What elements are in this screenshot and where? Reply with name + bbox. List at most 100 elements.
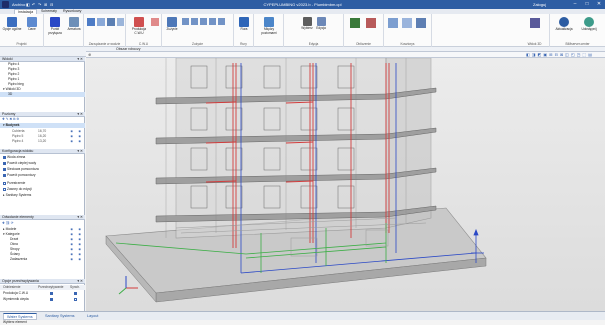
results-icon[interactable] [366,18,376,28]
hot-water-production-button[interactable]: Produkcja C.W.U [128,17,150,36]
share-button[interactable]: Udostępnij [577,17,601,32]
layer-toggle[interactable]: Woda zimna [0,155,85,160]
heater-icon[interactable] [151,18,159,26]
ribbon-group-label: Edycja [308,42,319,46]
boiler-icon [134,17,144,27]
checkbox[interactable] [3,167,6,171]
ribbon-group-water: Zarządzanie w wodzie [84,14,126,47]
checkbox[interactable] [74,292,77,295]
view-tools-icons[interactable]: ◧◨◩▣⊞⊟⊠◫◰◳⬚▤ [526,52,594,57]
layer-toggle[interactable]: Powrót pomocniczy [0,173,85,178]
checkbox[interactable] [50,292,53,295]
ribbon-group-label: Zarządzanie w wodzie [88,42,121,46]
left-panel: Widoki ▾ ✕ Piętro 4 Piętro 3 Piętro 2 Pi… [0,57,85,311]
window-title: CYPEPLUMBING v2023.b - Plumbimbm.cpl [263,2,342,7]
layer-toggle[interactable]: Przestrzenie [0,181,85,186]
fitting-icon [69,17,79,27]
view-config-header: Konfiguracja widoku ▾ ✕ [0,149,85,154]
building-3d-model[interactable] [86,58,605,311]
ribbon-group-connection: Punkt przyłącza Armatura [44,14,84,47]
water-tool-icon[interactable] [87,18,95,26]
sink-icon[interactable] [182,18,189,25]
ribbon-group-label: Projekt [16,42,27,46]
close-icon[interactable]: ✕ [594,1,604,8]
shower-icon[interactable] [191,18,198,25]
view-item-3d[interactable]: 3D [0,92,85,97]
eye-icon[interactable]: ◉ [70,257,73,262]
fittings-button[interactable]: Armatura [65,17,83,32]
panel-close-icon[interactable]: ▾ ✕ [77,149,83,154]
cost-icon[interactable] [388,18,398,28]
system-selector[interactable]: ▸ Sanitary Systems [0,193,85,198]
login-button[interactable]: Zaloguj [533,2,546,7]
left-toolbar-strip [0,47,86,57]
title-bar: Archivo ◧ ↶ ↷ ⊞ ⊟ CYPEPLUMBING v2023.b -… [0,0,605,9]
minimize-icon[interactable]: – [570,1,580,8]
settings-icon[interactable]: ⚙ [16,117,19,121]
washer-icon[interactable] [218,18,225,25]
refresh-icon[interactable]: ⟳ [11,221,14,225]
3d-viewport[interactable] [86,58,605,311]
consumption-button[interactable]: Zużycie [164,17,180,32]
references-header: Odwołanie elementy ▾ ✕ [0,215,85,220]
between-levels-button[interactable]: Między poziomami [256,17,282,36]
ribbon-group-label: BIMserver.center [565,42,590,46]
connection-point-button[interactable]: Punkt przyłącza [45,17,65,36]
checkbox[interactable] [3,181,6,185]
status-bar: Wybierz element [0,320,605,325]
eye-icon[interactable]: ◉ [70,139,73,144]
select-button[interactable]: Wybierz [300,17,314,31]
ribbon: Opcje ogólne Dane Projekt Punkt przyłącz… [0,14,605,47]
checkbox[interactable] [3,173,6,177]
toilet-icon[interactable] [200,18,207,25]
layer-toggle[interactable]: Powrót ciepłej wody [0,161,85,166]
update-button[interactable]: Aktualizacja [552,17,576,32]
tank-icon[interactable] [107,18,115,26]
checkbox[interactable] [74,298,77,301]
data-icon [27,17,37,27]
export-icon[interactable] [416,18,426,28]
pipe-icon [239,17,249,27]
category-item[interactable]: Zadaszenia ◉ ◉ [0,257,85,262]
layer-toggle[interactable]: Zawory do edycji [0,187,85,192]
eye-icon[interactable]: ◉ [78,139,81,144]
ribbon-group-3d: Widok 3D [520,14,550,47]
panel-close-icon[interactable]: ▾ ✕ [77,215,83,220]
checkbox[interactable] [50,298,53,301]
level-row[interactable]: Piętro 4 13,20 ◉ ◉ [0,139,85,144]
snap-table-header: Odniesienie Przechwytywanie Synch. [0,285,85,290]
report-icon[interactable] [402,18,412,28]
ribbon-group-levels: Między poziomami [254,14,284,47]
checkbox[interactable] [3,187,6,191]
bathtub-icon[interactable] [209,18,216,25]
share-icon [584,17,594,27]
zoom-icon[interactable]: ⊕ [88,52,91,57]
ribbon-group-bimserver: Aktualizacja Udostępnij BIMserver.center [550,14,605,47]
calculate-icon[interactable] [350,18,360,28]
eye-icon[interactable]: ◉ [78,257,81,262]
tab-water-systems[interactable]: Water Systems [3,313,37,320]
ribbon-group-projekt: Opcje ogólne Dane Projekt [0,14,44,47]
layer-toggle[interactable]: Sieciowa pomocnicza [0,167,85,172]
valve-icon[interactable] [117,18,124,26]
pipe-button[interactable]: Rura [236,17,252,32]
checkbox[interactable] [3,161,6,165]
sync-icon [559,17,569,27]
general-options-button[interactable]: Opcje ogólne [2,17,22,32]
gear-icon [7,17,17,27]
edit-button[interactable]: Edycja [314,17,328,31]
panel-close-icon[interactable]: ▾ ✕ [77,279,83,284]
checkbox[interactable] [3,155,6,159]
cube-3d-icon[interactable] [530,18,540,28]
ribbon-group-rury: Rura Rury [234,14,254,47]
snap-table-row[interactable]: Wymiennik ciepła [0,297,85,302]
snap-table-row[interactable]: Produkcja C.W.U [0,291,85,296]
pump-icon[interactable] [97,18,105,26]
references-toolbar: ✚ ⛓ ⟳ [0,221,85,226]
data-button[interactable]: Dane [22,17,42,32]
maximize-icon[interactable]: □ [582,1,592,8]
building-item[interactable]: ▾ Budynek [0,123,85,128]
tab-layout[interactable]: Layout [84,313,101,320]
levels-toolbar: ✚ ✎ ✖ ⧉ ⚙ [0,117,85,122]
tab-sanitary-systems[interactable]: Sanitary Systems [42,313,78,320]
